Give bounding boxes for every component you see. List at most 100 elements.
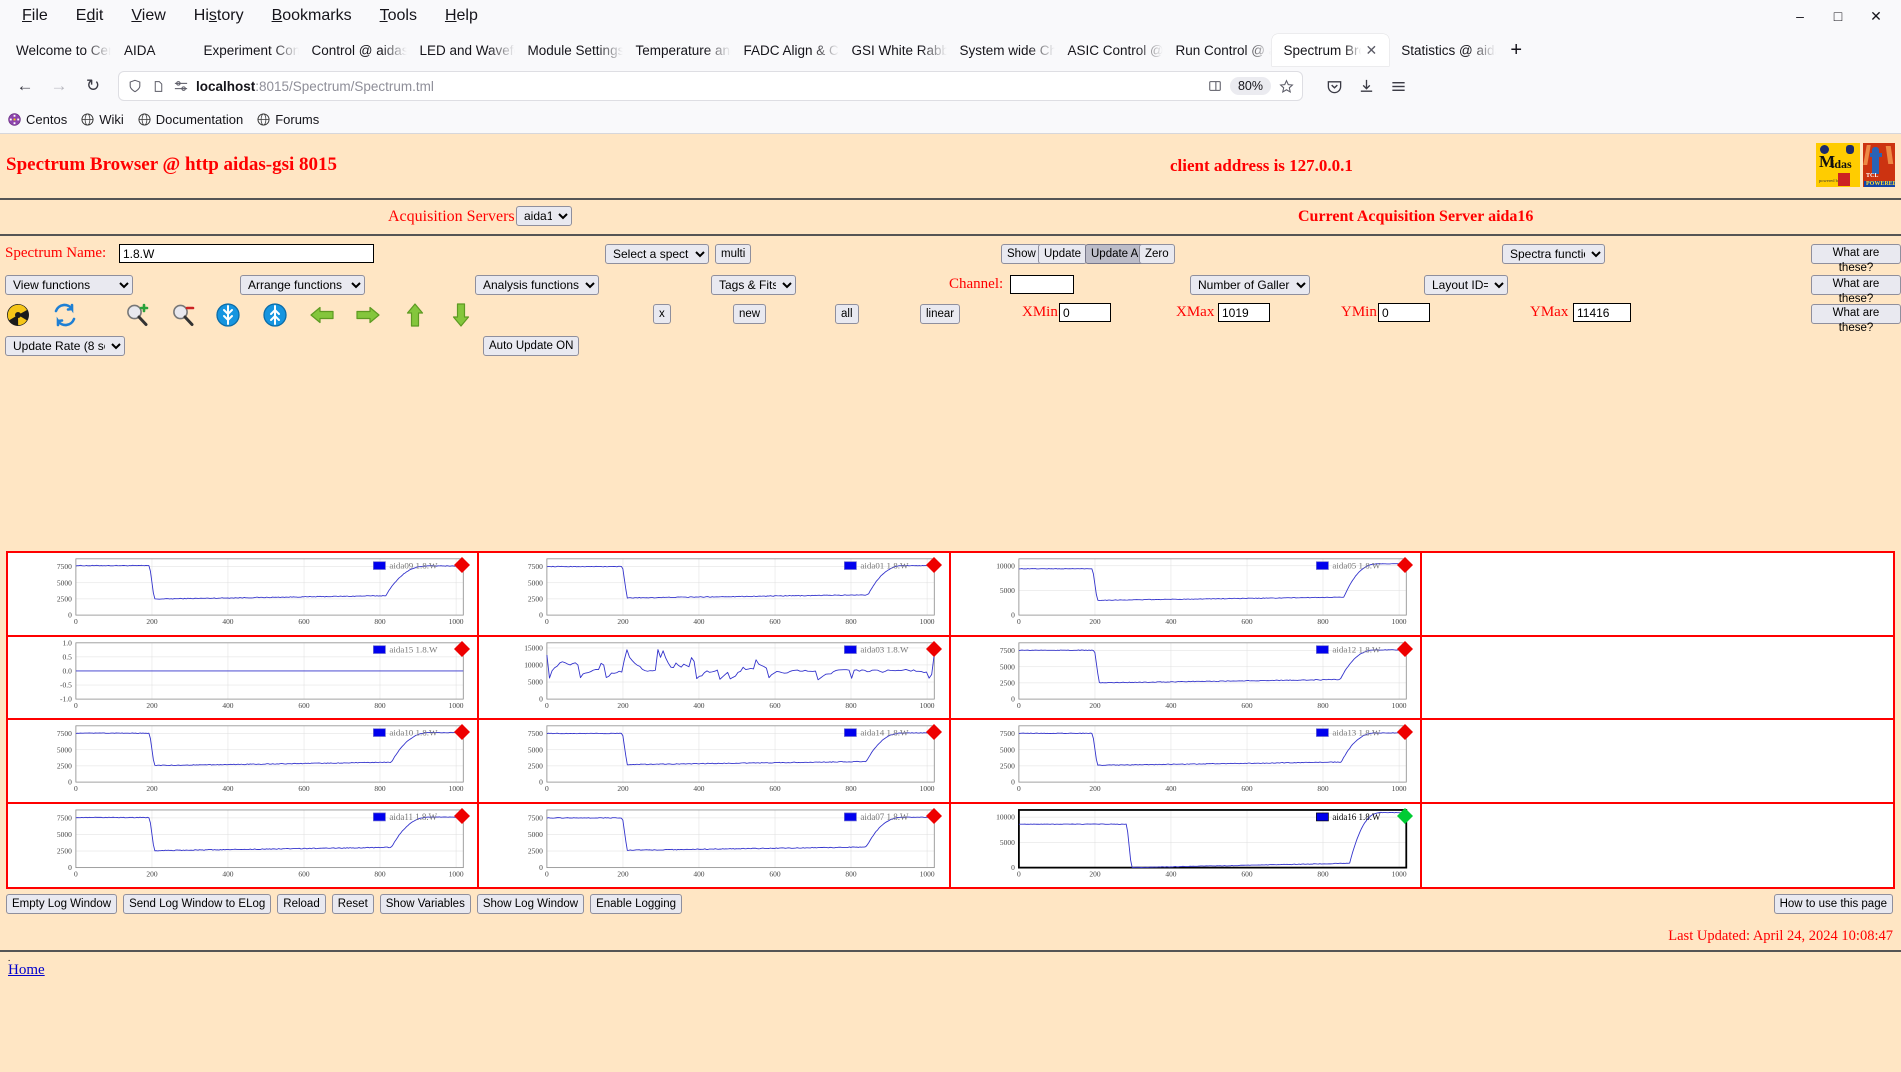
bookmark-documentation[interactable]: Documentation bbox=[138, 112, 243, 127]
tab-close-icon[interactable]: ✕ bbox=[1366, 42, 1378, 59]
zoom-in-icon[interactable] bbox=[124, 302, 150, 328]
multi-button[interactable]: multi bbox=[715, 244, 752, 264]
spectra-functions-dropdown[interactable]: Spectra functions bbox=[1502, 244, 1605, 264]
tab-module-settings[interactable]: Module Settings S bbox=[516, 34, 624, 66]
xmax-input[interactable] bbox=[1218, 303, 1270, 322]
status-marker-red[interactable] bbox=[1396, 640, 1414, 658]
status-marker-red[interactable] bbox=[925, 640, 943, 658]
status-marker-red[interactable] bbox=[925, 556, 943, 574]
reload-icon[interactable]: ↻ bbox=[78, 71, 108, 101]
plot-canvas[interactable]: 0 200 400 600 800 1000 0 2500 5000 7500 aida14 1.… bbox=[479, 720, 948, 802]
plot-canvas[interactable]: 0 200 400 600 800 1000 0 2500 5000 7500 aida10 1.… bbox=[8, 720, 477, 802]
gallery-cell-aida14[interactable]: 0 200 400 600 800 1000 0 2500 5000 7500 aida14 1.… bbox=[479, 720, 951, 804]
plot-canvas[interactable]: 0 200 400 600 800 1000 0 5000 10000 aida05 1.8.W bbox=[951, 553, 1420, 635]
tab-temperature[interactable]: Temperature and bbox=[624, 34, 732, 66]
plot-canvas[interactable]: 0 200 400 600 800 1000 0 2500 5000 7500 aida09 1.… bbox=[8, 553, 477, 635]
new-button[interactable]: new bbox=[733, 304, 767, 324]
tab-statistics[interactable]: Statistics @ aidas bbox=[1389, 34, 1497, 66]
ymax-input[interactable] bbox=[1573, 303, 1631, 322]
downloads-icon[interactable] bbox=[1351, 71, 1381, 101]
analysis-functions-dropdown[interactable]: Analysis functions bbox=[475, 275, 599, 295]
status-marker-red[interactable] bbox=[1396, 556, 1414, 574]
arrow-down-icon[interactable] bbox=[448, 302, 474, 328]
expand-down-icon[interactable] bbox=[215, 302, 241, 328]
menu-bookmarks[interactable]: Bookmarks bbox=[258, 3, 366, 29]
xmin-input[interactable] bbox=[1059, 303, 1111, 322]
spectrum-name-input[interactable] bbox=[119, 244, 374, 263]
tab-system-wide-check[interactable]: System wide Che bbox=[948, 34, 1056, 66]
show-log-window-button[interactable]: Show Log Window bbox=[476, 894, 585, 914]
arrow-up-icon[interactable] bbox=[402, 302, 428, 328]
reload-button[interactable]: Reload bbox=[277, 894, 326, 914]
linear-button[interactable]: linear bbox=[920, 304, 961, 324]
tab-run-control[interactable]: Run Control @ ai bbox=[1164, 34, 1272, 66]
tab-led-and-waveform[interactable]: LED and Wavefor bbox=[408, 34, 516, 66]
empty-log-window-button[interactable]: Empty Log Window bbox=[6, 894, 118, 914]
what-are-these-button-2[interactable]: What are these? bbox=[1811, 275, 1901, 305]
gallery-cell-aida09[interactable]: 0 200 400 600 800 1000 0 2500 5000 7500 aida09 1.… bbox=[8, 553, 480, 637]
menu-hamburger-icon[interactable] bbox=[1383, 71, 1413, 101]
status-marker-red[interactable] bbox=[453, 640, 471, 658]
status-marker-green[interactable] bbox=[1396, 807, 1414, 825]
tab-fadc-align[interactable]: FADC Align & Co bbox=[732, 34, 840, 66]
bookmark-wiki[interactable]: Wiki bbox=[81, 112, 124, 127]
bookmark-forums[interactable]: Forums bbox=[257, 112, 319, 127]
tags-and-fits-dropdown[interactable]: Tags & Fits bbox=[711, 275, 796, 295]
gallery-cell-aida13[interactable]: 0 200 400 600 800 1000 0 2500 5000 7500 aida13 1.… bbox=[950, 720, 1422, 804]
send-log-window-to-elog-button[interactable]: Send Log Window to ELog bbox=[123, 894, 272, 914]
how-to-use-this-page-button[interactable]: How to use this page bbox=[1773, 894, 1893, 914]
enable-logging-button[interactable]: Enable Logging bbox=[590, 894, 683, 914]
plot-canvas[interactable]: 0 200 400 600 800 1000 0 2500 5000 7500 aida01 1.… bbox=[479, 553, 948, 635]
menu-tools[interactable]: Tools bbox=[366, 3, 431, 29]
gallery-cell-aida03[interactable]: 0 200 400 600 800 1000 0 5000 10000 15000 aida03 … bbox=[479, 636, 951, 720]
number-of-galleries-dropdown[interactable]: Number of Galleries bbox=[1190, 275, 1310, 295]
gallery-cell-aida05[interactable]: 0 200 400 600 800 1000 0 5000 10000 aida05 1.8.W bbox=[950, 553, 1422, 637]
bookmark-star-icon[interactable] bbox=[1278, 78, 1294, 94]
tab-spectrum-browser[interactable]: Spectrum Browser ✕ bbox=[1271, 34, 1390, 66]
minimize-icon[interactable]: – bbox=[1781, 1, 1819, 31]
status-marker-red[interactable] bbox=[1396, 723, 1414, 741]
select-spectrum-dropdown[interactable]: Select a spectrum bbox=[605, 244, 709, 264]
show-button[interactable]: Show bbox=[1001, 244, 1042, 264]
status-marker-red[interactable] bbox=[453, 723, 471, 741]
layout-id-dropdown[interactable]: Layout ID=7 bbox=[1424, 275, 1508, 295]
plot-canvas[interactable]: 0 200 400 600 800 1000 -1.0 -0.5 0.0 0.5 1.0 aida1… bbox=[8, 637, 477, 719]
tab-asic-control[interactable]: ASIC Control @ a bbox=[1056, 34, 1164, 66]
zoom-out-icon[interactable] bbox=[170, 302, 196, 328]
home-link[interactable]: Home bbox=[8, 962, 45, 978]
menu-edit[interactable]: Edit bbox=[62, 3, 118, 29]
arrow-left-icon[interactable] bbox=[309, 302, 335, 328]
gallery-cell-aida07[interactable]: 0 200 400 600 800 1000 0 2500 5000 7500 aida07 1.… bbox=[479, 803, 951, 888]
refresh-icon[interactable] bbox=[52, 302, 78, 328]
reader-view-icon[interactable] bbox=[1207, 78, 1223, 94]
status-marker-red[interactable] bbox=[925, 807, 943, 825]
update-rate-dropdown[interactable]: Update Rate (8 secs) bbox=[5, 336, 125, 356]
plot-canvas[interactable]: 0 200 400 600 800 1000 0 2500 5000 7500 aida12 1.… bbox=[951, 637, 1420, 719]
maximize-icon[interactable]: □ bbox=[1819, 1, 1857, 31]
plot-canvas[interactable]: 0 200 400 600 800 1000 0 2500 5000 7500 aida11 1.… bbox=[8, 804, 477, 888]
back-icon[interactable]: ← bbox=[10, 71, 40, 101]
show-variables-button[interactable]: Show Variables bbox=[379, 894, 471, 914]
status-marker-red[interactable] bbox=[453, 556, 471, 574]
zero-button[interactable]: Zero bbox=[1139, 244, 1175, 264]
menu-view[interactable]: View bbox=[117, 3, 179, 29]
tab-control-aidas[interactable]: Control @ aidas-g bbox=[300, 34, 408, 66]
plot-canvas[interactable]: 0 200 400 600 800 1000 0 2500 5000 7500 aida07 1.… bbox=[479, 804, 948, 888]
address-bar[interactable]: localhost:8015/Spectrum/Spectrum.tml 80% bbox=[118, 71, 1303, 101]
status-marker-red[interactable] bbox=[925, 723, 943, 741]
gallery-cell-aida10[interactable]: 0 200 400 600 800 1000 0 2500 5000 7500 aida10 1.… bbox=[8, 720, 480, 804]
update-button[interactable]: Update bbox=[1038, 244, 1088, 264]
pocket-icon[interactable] bbox=[1319, 71, 1349, 101]
status-marker-red[interactable] bbox=[453, 807, 471, 825]
gallery-cell-aida11[interactable]: 0 200 400 600 800 1000 0 2500 5000 7500 aida11 1.… bbox=[8, 803, 480, 888]
close-icon[interactable]: ✕ bbox=[1857, 1, 1895, 31]
channel-input[interactable] bbox=[1010, 275, 1074, 294]
gallery-cell-aida12[interactable]: 0 200 400 600 800 1000 0 2500 5000 7500 aida12 1.… bbox=[950, 636, 1422, 720]
tab-gsi-white-rabbit[interactable]: GSI White Rabbit bbox=[840, 34, 948, 66]
auto-update-button[interactable]: Auto Update ON bbox=[483, 336, 580, 356]
plot-canvas[interactable]: 0 200 400 600 800 1000 0 5000 10000 15000 aida03 … bbox=[479, 637, 948, 719]
permissions-icon[interactable] bbox=[173, 78, 189, 94]
zoom-level-badge[interactable]: 80% bbox=[1229, 77, 1271, 95]
menu-history[interactable]: History bbox=[180, 3, 258, 29]
what-are-these-button-1[interactable]: What are these? bbox=[1811, 244, 1901, 274]
